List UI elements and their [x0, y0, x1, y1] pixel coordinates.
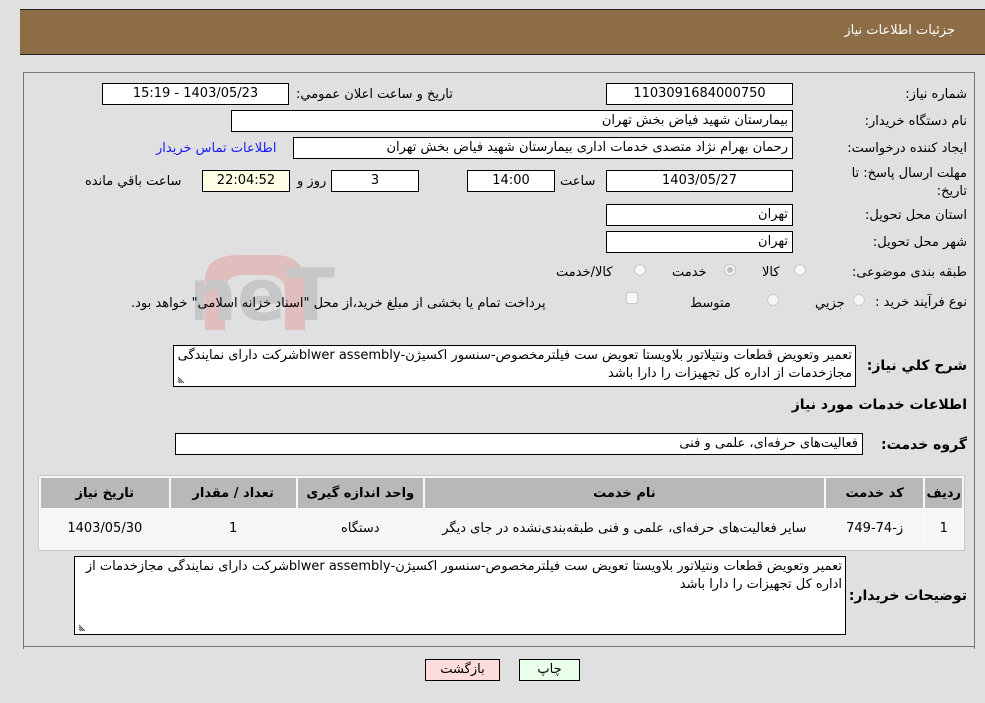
province-label: استان محل تحویل:	[865, 208, 967, 223]
category-radio-goods-service[interactable]	[634, 264, 646, 276]
treasury-payment-checkbox[interactable]	[626, 292, 638, 304]
deadline-label: مهلت ارسال پاسخ: تا تاریخ:	[851, 166, 967, 199]
page-header: جزئیات اطلاعات نیاز	[20, 9, 985, 55]
cell-service-code: ز-74-749	[825, 510, 924, 548]
buyer-notes-label: توضیحات خریدار:	[848, 588, 967, 604]
back-button[interactable]: بازگشت	[425, 659, 500, 681]
deadline-date-field: 1403/05/27	[606, 170, 793, 192]
announce-date-field: 1403/05/23 - 15:19	[102, 83, 289, 105]
city-label: شهر محل تحویل:	[872, 235, 967, 250]
table-row: 1 ز-74-749 سایر فعالیت‌های حرفه‌ای، علمی…	[41, 510, 962, 548]
days-remaining-field: 3	[331, 170, 419, 192]
col-header-unit: واحد اندازه گیری	[297, 478, 423, 508]
table-header-row: ردیف کد خدمت نام خدمت واحد اندازه گیری ت…	[41, 478, 962, 508]
process-radio-medium[interactable]	[767, 294, 779, 306]
general-desc-text: تعمیر وتعویض قطعات ونتیلاتور بلاویستا تع…	[177, 348, 852, 381]
requester-label: ایجاد کننده درخواست:	[847, 141, 967, 156]
general-desc-label: شرح کلي نیاز:	[866, 358, 967, 374]
requester-field: رحمان بهرام نژاد متصدی خدمات اداری بیمار…	[293, 137, 793, 159]
announce-date-label: تاریخ و ساعت اعلان عمومي:	[296, 87, 453, 102]
treasury-payment-note: پرداخت تمام یا بخشی از مبلغ خرید،از محل …	[131, 296, 546, 311]
process-label: نوع فرآیند خرید :	[875, 295, 967, 310]
col-header-service-code: کد خدمت	[825, 478, 924, 508]
general-desc-textarea[interactable]: تعمیر وتعویض قطعات ونتیلاتور بلاویستا تع…	[173, 345, 856, 387]
deadline-time-label: ساعت	[560, 174, 596, 189]
cell-quantity: 1	[170, 510, 296, 548]
svg-text:AriaTender.neT: AriaTender.neT	[195, 253, 335, 335]
buyer-org-field: بیمارستان شهید فیاض بخش تهران	[231, 110, 793, 132]
col-header-need-date: تاریخ نیاز	[41, 478, 169, 508]
service-group-label: گروه خدمت:	[881, 437, 967, 453]
cell-unit: دستگاه	[297, 510, 423, 548]
page-title: جزئیات اطلاعات نیاز	[844, 23, 955, 38]
footer-divider	[23, 646, 975, 647]
remaining-time-field: 22:04:52	[202, 170, 290, 192]
category-radio-service[interactable]	[724, 264, 736, 276]
resize-grip-icon[interactable]	[78, 624, 86, 632]
services-section-title: اطلاعات خدمات مورد نیاز	[791, 397, 967, 413]
need-number-label: شماره نیاز:	[905, 87, 967, 102]
category-option-goods: کالا	[762, 265, 780, 280]
remaining-time-label: ساعت باقي مانده	[85, 174, 182, 189]
category-label: طبقه بندی موضوعی:	[851, 265, 967, 280]
service-group-field: فعالیت‌های حرفه‌ای، علمی و فنی	[175, 433, 863, 455]
days-label: روز و	[297, 174, 327, 189]
need-number-field: 1103091684000750	[606, 83, 793, 105]
buyer-notes-text: تعمیر وتعویض قطعات ونتیلاتور بلاویستا تع…	[85, 559, 842, 592]
services-table: ردیف کد خدمت نام خدمت واحد اندازه گیری ت…	[38, 475, 965, 551]
buyer-notes-textarea[interactable]: تعمیر وتعویض قطعات ونتیلاتور بلاویستا تع…	[74, 556, 846, 635]
print-button[interactable]: چاپ	[519, 659, 580, 681]
buyer-org-label: نام دستگاه خریدار:	[864, 114, 967, 129]
col-header-row-number: ردیف	[925, 478, 962, 508]
deadline-time-field: 14:00	[467, 170, 555, 192]
category-option-service: خدمت	[672, 265, 707, 280]
process-option-minor: جزيي	[815, 296, 845, 311]
watermark-logo: AriaTender.neT	[195, 253, 335, 335]
col-header-service-name: نام خدمت	[424, 478, 824, 508]
city-field: تهران	[606, 231, 793, 253]
cell-service-name: سایر فعالیت‌های حرفه‌ای، علمی و فنی طبقه…	[424, 510, 824, 548]
category-radio-goods[interactable]	[794, 264, 806, 276]
province-field: تهران	[606, 204, 793, 226]
resize-grip-icon[interactable]	[177, 376, 185, 384]
process-radio-minor[interactable]	[853, 294, 865, 306]
category-option-goods-service: کالا/خدمت	[556, 265, 613, 280]
cell-row-number: 1	[925, 510, 962, 548]
process-option-medium: متوسط	[690, 296, 731, 311]
col-header-quantity: تعداد / مقدار	[170, 478, 296, 508]
buyer-contact-link[interactable]: اطلاعات تماس خریدار	[156, 141, 276, 156]
cell-need-date: 1403/05/30	[41, 510, 169, 548]
